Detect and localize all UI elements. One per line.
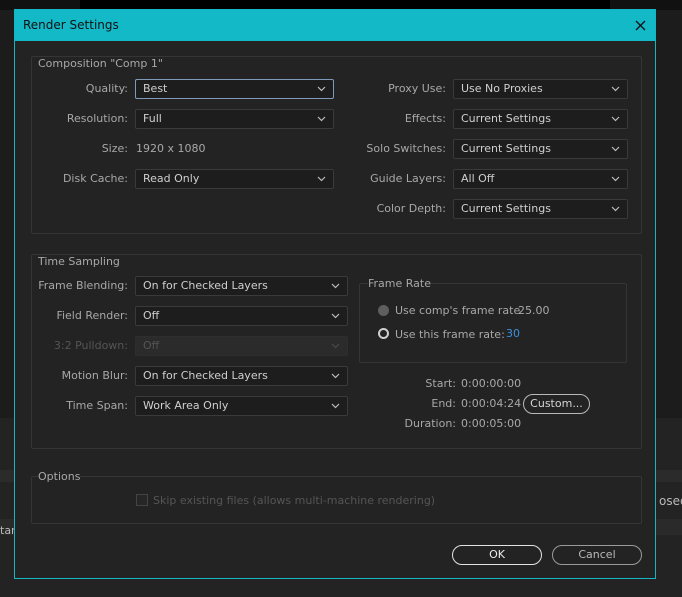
pulldown-value: Off	[143, 339, 160, 352]
time-sampling-group-title: Time Sampling	[38, 255, 120, 268]
size-value: 1920 x 1080	[136, 142, 206, 155]
skip-existing-label: Skip existing files (allows multi-machin…	[153, 494, 436, 507]
custom-time-span-button[interactable]: Custom...	[523, 394, 590, 414]
color-depth-dropdown[interactable]: Current Settings	[453, 199, 628, 219]
guide-layers-dropdown[interactable]: All Off	[453, 169, 628, 189]
dialog-title: Render Settings	[23, 18, 119, 32]
start-label: Start:	[425, 377, 456, 390]
time-span-value: Work Area Only	[143, 399, 229, 412]
frame-rate-group	[359, 283, 627, 363]
use-comp-frame-rate-radio[interactable]	[378, 305, 389, 316]
close-icon	[635, 20, 645, 31]
duration-label: Duration:	[404, 417, 456, 430]
frame-blending-label: Frame Blending:	[38, 279, 128, 292]
chevron-down-icon	[331, 343, 340, 349]
frame-blending-value: On for Checked Layers	[143, 279, 268, 292]
duration-value: 0:00:05:00	[461, 417, 522, 430]
proxy-use-value: Use No Proxies	[461, 82, 543, 95]
color-depth-value: Current Settings	[461, 202, 551, 215]
solo-switches-dropdown[interactable]: Current Settings	[453, 139, 628, 159]
chevron-down-icon	[611, 206, 620, 212]
chevron-down-icon	[331, 373, 340, 379]
chevron-down-icon	[611, 116, 620, 122]
frame-blending-dropdown[interactable]: On for Checked Layers	[135, 276, 348, 296]
cancel-button[interactable]: Cancel	[552, 545, 642, 565]
end-label: End:	[431, 397, 456, 410]
chevron-down-icon	[317, 86, 326, 92]
solo-switches-value: Current Settings	[461, 142, 551, 155]
chevron-down-icon	[611, 146, 620, 152]
effects-label: Effects:	[404, 112, 446, 125]
proxy-use-dropdown[interactable]: Use No Proxies	[453, 79, 628, 99]
use-this-frame-rate-radio[interactable]	[378, 328, 389, 339]
field-render-dropdown[interactable]: Off	[135, 306, 348, 326]
time-span-dropdown[interactable]: Work Area Only	[135, 396, 348, 416]
quality-dropdown[interactable]: Best	[135, 79, 334, 99]
solo-switches-label: Solo Switches:	[366, 142, 446, 155]
pulldown-label: 3:2 Pulldown:	[53, 339, 128, 352]
size-label: Size:	[101, 142, 128, 155]
chevron-down-icon	[611, 176, 620, 182]
chevron-down-icon	[331, 403, 340, 409]
frame-rate-group-title: Frame Rate	[368, 277, 431, 290]
composition-group-title: Composition "Comp 1"	[38, 57, 163, 70]
options-group-title: Options	[38, 470, 81, 483]
motion-blur-label: Motion Blur:	[61, 369, 128, 382]
chevron-down-icon	[331, 283, 340, 289]
disk-cache-label: Disk Cache:	[62, 172, 128, 185]
quality-value: Best	[143, 82, 168, 95]
field-render-label: Field Render:	[56, 309, 128, 322]
resolution-label: Resolution:	[66, 112, 128, 125]
use-comp-frame-rate-label: Use comp's frame rate	[395, 304, 521, 317]
resolution-dropdown[interactable]: Full	[135, 109, 334, 129]
render-settings-dialog: Render Settings Composition "Comp 1" Qua…	[14, 9, 656, 579]
use-this-frame-rate-label: Use this frame rate:	[395, 328, 505, 341]
chevron-down-icon	[611, 86, 620, 92]
motion-blur-dropdown[interactable]: On for Checked Layers	[135, 366, 348, 386]
end-value: 0:00:04:24	[461, 397, 522, 410]
start-value: 0:00:00:00	[461, 377, 522, 390]
chevron-down-icon	[317, 116, 326, 122]
guide-layers-label: Guide Layers:	[370, 172, 446, 185]
quality-label: Quality:	[85, 82, 128, 95]
field-render-value: Off	[143, 309, 160, 322]
chevron-down-icon	[331, 313, 340, 319]
frame-rate-input[interactable]: 30	[506, 327, 520, 340]
background-text-right: osed	[659, 494, 682, 508]
guide-layers-value: All Off	[461, 172, 495, 185]
resolution-value: Full	[143, 112, 162, 125]
ok-button[interactable]: OK	[452, 545, 542, 565]
time-span-label: Time Span:	[66, 399, 128, 412]
comp-frame-rate-value: 25.00	[518, 304, 550, 317]
pulldown-dropdown: Off	[135, 336, 348, 356]
effects-value: Current Settings	[461, 112, 551, 125]
chevron-down-icon	[317, 176, 326, 182]
color-depth-label: Color Depth:	[376, 202, 446, 215]
motion-blur-value: On for Checked Layers	[143, 369, 268, 382]
disk-cache-value: Read Only	[143, 172, 200, 185]
proxy-use-label: Proxy Use:	[388, 82, 446, 95]
dialog-titlebar[interactable]: Render Settings	[15, 10, 655, 41]
disk-cache-dropdown[interactable]: Read Only	[135, 169, 334, 189]
close-button[interactable]	[625, 10, 655, 41]
skip-existing-checkbox[interactable]	[136, 494, 148, 506]
effects-dropdown[interactable]: Current Settings	[453, 109, 628, 129]
